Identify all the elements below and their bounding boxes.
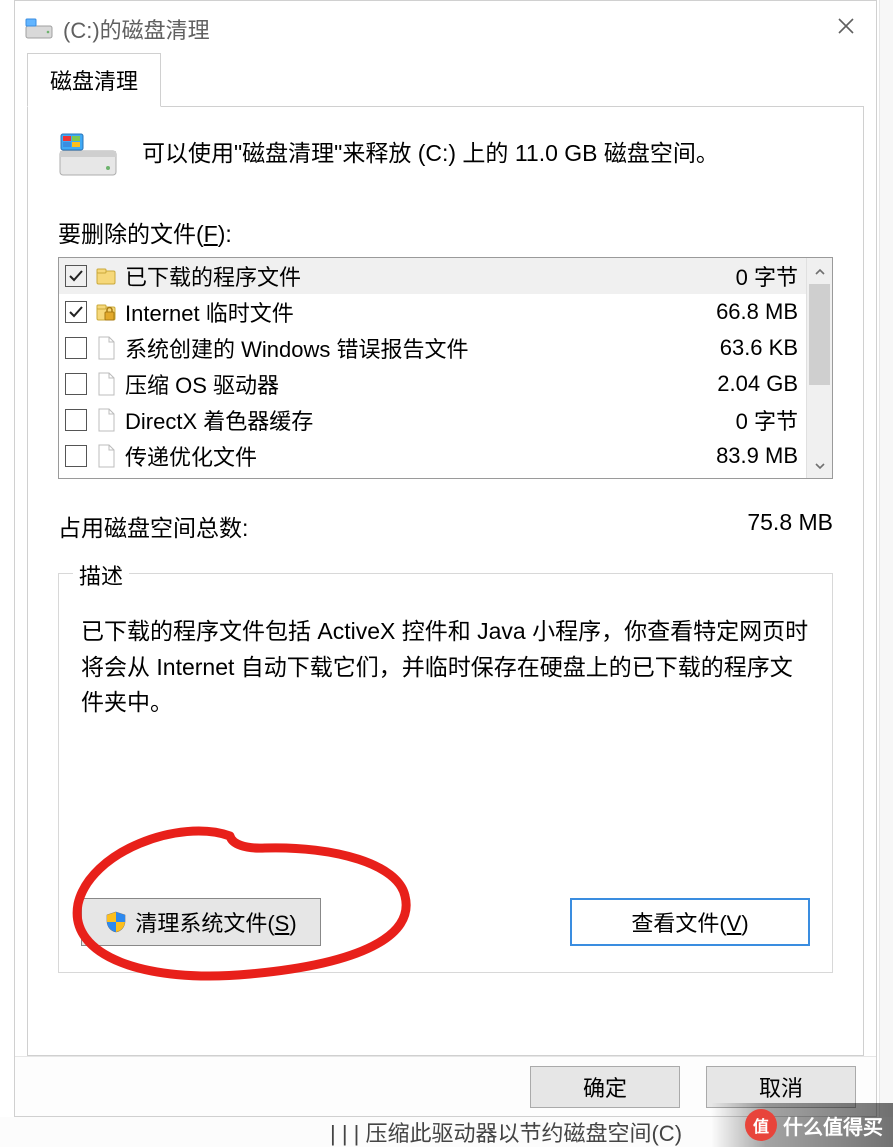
totals-label: 占用磁盘空间总数: <box>58 509 248 543</box>
file-checkbox[interactable] <box>65 265 87 287</box>
close-icon <box>836 16 856 42</box>
scroll-thumb[interactable] <box>809 284 830 385</box>
tab-body: 可以使用"磁盘清理"来释放 (C:) 上的 11.0 GB 磁盘空间。 要删除的… <box>27 107 864 1056</box>
drive-icon <box>25 18 53 40</box>
clean-system-files-button[interactable]: 清理系统文件(S) <box>81 898 321 946</box>
file-icon <box>95 335 117 361</box>
description-title: 描述 <box>73 559 129 591</box>
file-row[interactable]: DirectX 着色器缓存0 字节 <box>59 402 806 438</box>
tab-label: 磁盘清理 <box>50 69 138 94</box>
scroll-track[interactable] <box>807 284 832 452</box>
scroll-down-button[interactable] <box>807 452 832 478</box>
background-bottom-text: | | | 压缩此驱动器以节约磁盘空间(C) <box>330 1117 682 1147</box>
file-checkbox[interactable] <box>65 409 87 431</box>
disk-cleanup-dialog: (C:)的磁盘清理 磁盘清理 <box>14 0 877 1117</box>
totals-row: 占用磁盘空间总数: 75.8 MB <box>58 509 833 543</box>
file-row[interactable]: 系统创建的 Windows 错误报告文件63.6 KB <box>59 330 806 366</box>
scrollbar-vertical[interactable] <box>806 258 832 478</box>
file-size: 0 字节 <box>688 404 798 436</box>
file-checkbox[interactable] <box>65 301 87 323</box>
scroll-up-button[interactable] <box>807 258 832 284</box>
title-bar: (C:)的磁盘清理 <box>15 1 876 57</box>
tab-strip: 磁盘清理 <box>15 57 876 107</box>
lock-folder-icon <box>95 299 117 325</box>
summary-row: 可以使用"磁盘清理"来释放 (C:) 上的 11.0 GB 磁盘空间。 <box>58 131 833 179</box>
file-row[interactable]: 已下载的程序文件0 字节 <box>59 258 806 294</box>
file-checkbox[interactable] <box>65 337 87 359</box>
folder-icon <box>95 263 117 289</box>
file-name: 压缩 OS 驱动器 <box>125 368 688 400</box>
file-size: 2.04 GB <box>688 371 798 397</box>
watermark-text: 什么值得买 <box>783 1111 883 1140</box>
file-name: 系统创建的 Windows 错误报告文件 <box>125 332 688 364</box>
files-to-delete-label: 要删除的文件(F): <box>58 215 833 249</box>
cancel-button[interactable]: 取消 <box>706 1066 856 1108</box>
file-name: 传递优化文件 <box>125 440 688 472</box>
chevron-down-icon <box>814 452 826 478</box>
file-icon <box>95 407 117 433</box>
file-row[interactable]: 压缩 OS 驱动器2.04 GB <box>59 366 806 402</box>
file-size: 83.9 MB <box>688 443 798 469</box>
watermark: 值 什么值得买 <box>711 1103 893 1147</box>
file-size: 66.8 MB <box>688 299 798 325</box>
view-files-button[interactable]: 查看文件(V) <box>570 898 810 946</box>
file-size: 63.6 KB <box>688 335 798 361</box>
window-title: (C:)的磁盘清理 <box>63 13 210 45</box>
totals-value: 75.8 MB <box>747 509 833 543</box>
file-size: 0 字节 <box>688 260 798 292</box>
file-checkbox[interactable] <box>65 445 87 467</box>
files-list: 已下载的程序文件0 字节Internet 临时文件66.8 MB系统创建的 Wi… <box>58 257 833 479</box>
drive-large-icon <box>58 131 118 179</box>
groupbox-buttons: 清理系统文件(S) 查看文件(V) <box>81 898 810 946</box>
files-list-inner[interactable]: 已下载的程序文件0 字节Internet 临时文件66.8 MB系统创建的 Wi… <box>59 258 806 478</box>
uac-shield-icon <box>105 911 127 933</box>
file-name: DirectX 着色器缓存 <box>125 404 688 436</box>
ok-button[interactable]: 确定 <box>530 1066 680 1108</box>
file-checkbox[interactable] <box>65 373 87 395</box>
file-row[interactable]: Internet 临时文件66.8 MB <box>59 294 806 330</box>
close-button[interactable] <box>816 1 876 57</box>
file-row[interactable]: 传递优化文件83.9 MB <box>59 438 806 474</box>
file-name: Internet 临时文件 <box>125 296 688 328</box>
background-right-strip <box>879 0 893 1147</box>
file-icon <box>95 443 117 469</box>
description-groupbox: 描述 已下载的程序文件包括 ActiveX 控件和 Java 小程序，你查看特定… <box>58 573 833 973</box>
description-body: 已下载的程序文件包括 ActiveX 控件和 Java 小程序，你查看特定网页时… <box>81 614 810 721</box>
chevron-up-icon <box>814 258 826 284</box>
watermark-badge-icon: 值 <box>745 1109 777 1141</box>
file-name: 已下载的程序文件 <box>125 260 688 292</box>
file-icon <box>95 371 117 397</box>
tab-disk-cleanup[interactable]: 磁盘清理 <box>27 53 161 107</box>
summary-text: 可以使用"磁盘清理"来释放 (C:) 上的 11.0 GB 磁盘空间。 <box>142 131 719 169</box>
